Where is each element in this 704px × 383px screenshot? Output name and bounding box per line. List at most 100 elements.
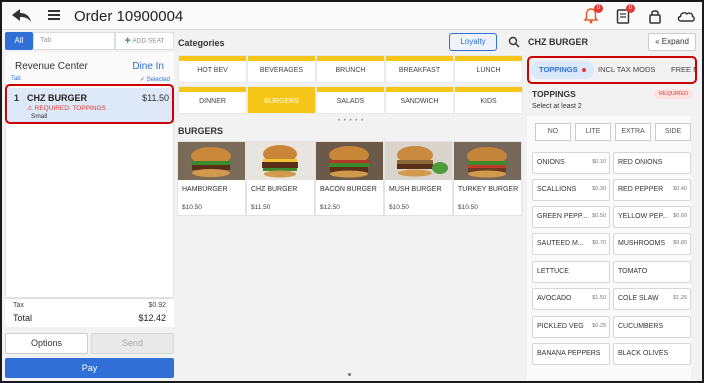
modifier-tabs: TOPPINGS INCL TAX MODS FREE M (528, 58, 696, 82)
category-breakfast[interactable]: BREAKFAST (386, 56, 453, 82)
tax-label: Tax (13, 302, 24, 309)
search-icon[interactable] (508, 36, 520, 48)
seat-tabs: All Tab + ADD SEAT (5, 32, 174, 50)
option-black-olives[interactable]: BLACK OLIVES (613, 343, 691, 365)
product-price: $11.50 (251, 204, 271, 211)
tab-all[interactable]: All (5, 32, 33, 50)
order-totals: Tax $0.92 Total $12.42 (5, 298, 174, 327)
add-seat-button[interactable]: + ADD SEAT (115, 32, 174, 50)
product-image (247, 142, 314, 180)
option-red-pepper[interactable]: RED PEPPER $0.40 (613, 179, 691, 201)
category-burgers[interactable]: BURGERS (248, 87, 315, 113)
product-price: $12.50 (320, 204, 340, 211)
product-mush-burger[interactable]: MUSH BURGER $10.50 (385, 142, 452, 215)
qualifier-lite[interactable]: LITE (575, 123, 611, 141)
tab-free-mods[interactable]: FREE M (671, 61, 696, 79)
tab-name-input[interactable]: Tab (33, 32, 115, 50)
item-name: CHZ BURGER (27, 93, 87, 103)
option-onions[interactable]: ONIONS $0.10 (532, 152, 610, 174)
option-name: BANANA PEPPERS (537, 350, 601, 357)
modifier-panel: CHZ BURGER « Expand TOPPINGS INCL TAX MO… (526, 32, 701, 380)
notes-icon[interactable]: 0 (614, 4, 635, 25)
category-dinner[interactable]: DINNER (179, 87, 246, 113)
tab-incl-tax-mods[interactable]: INCL TAX MODS (598, 61, 655, 79)
option-price: $0.30 (592, 186, 606, 192)
option-green-pepper[interactable]: GREEN PEPP... $0.50 (532, 206, 610, 228)
top-bar: Order 10900004 0 0 (2, 2, 702, 30)
option-red-onions[interactable]: RED ONIONS (613, 152, 691, 174)
options-button[interactable]: Options (5, 333, 88, 354)
option-tomato[interactable]: TOMATO (613, 261, 691, 283)
category-lunch[interactable]: LUNCH (455, 56, 522, 82)
dine-in-link[interactable]: Dine In (132, 61, 164, 72)
option-cole-slaw[interactable]: COLE SLAW $1.25 (613, 288, 691, 310)
qualifier-side[interactable]: SIDE (655, 123, 691, 141)
lock-icon[interactable] (646, 7, 664, 25)
product-name: TURKEY BURGER (458, 186, 519, 193)
option-yellow-pepper[interactable]: YELLOW PEP... $0.60 (613, 206, 691, 228)
back-arrow-icon[interactable] (10, 6, 32, 26)
product-bacon-burger[interactable]: BACON BURGER $12.50 (316, 142, 383, 215)
product-turkey-burger[interactable]: TURKEY BURGER $10.50 (454, 142, 521, 215)
expand-button[interactable]: « Expand (648, 33, 696, 51)
item-price: $11.50 (142, 93, 169, 103)
option-name: PICKLED VEG (537, 323, 584, 330)
qualifier-extra[interactable]: EXTRA (615, 123, 651, 141)
category-salads[interactable]: SALADS (317, 87, 384, 113)
product-name: CHZ BURGER (251, 186, 298, 193)
product-image (385, 142, 452, 180)
option-pickled-veg[interactable]: PICKLED VEG $0.25 (532, 316, 610, 338)
category-hot-bev[interactable]: HOT BEV (179, 56, 246, 82)
item-modifier: Small (31, 113, 48, 120)
option-name: GREEN PEPP... (537, 213, 588, 220)
cloud-icon[interactable] (676, 7, 696, 25)
tab-toppings[interactable]: TOPPINGS (531, 61, 594, 79)
option-price: $0.80 (673, 240, 687, 246)
menu-panel: Categories Loyalty HOT BEV BEVERAGES BRU… (176, 32, 524, 380)
selected-indicator: ✓ Selected (140, 76, 170, 83)
option-scallions[interactable]: SCALLIONS $0.30 (532, 179, 610, 201)
product-chz-burger[interactable]: CHZ BURGER $11.50 (247, 142, 314, 215)
product-price: $10.50 (389, 204, 409, 211)
order-item-row[interactable]: 1 CHZ BURGER $11.50 ⚠ REQUIRED: TOPPINGS… (8, 88, 173, 122)
order-panel: All Tab + ADD SEAT Revenue Center Dine I… (5, 32, 174, 380)
option-lettuce[interactable]: LETTUCE (532, 261, 610, 283)
category-pager-dots[interactable]: • • • • • (338, 118, 364, 124)
category-sandwich[interactable]: SANDWICH (386, 87, 453, 113)
option-banana-peppers[interactable]: BANANA PEPPERS (532, 343, 610, 365)
option-name: SAUTEED M... (537, 240, 584, 247)
option-sauteed-mushrooms[interactable]: SAUTEED M... $0.70 (532, 233, 610, 255)
option-name: ONIONS (537, 159, 565, 166)
notes-badge: 0 (626, 4, 635, 13)
loyalty-button[interactable]: Loyalty (449, 33, 497, 51)
check-icon: ✓ (139, 77, 145, 83)
revenue-center-area: Revenue Center Dine In Tab ✓ Selected (5, 52, 174, 84)
send-button[interactable]: Send (91, 333, 174, 354)
hamburger-menu-icon[interactable] (48, 10, 60, 20)
option-avocado[interactable]: AVOCADO $1.50 (532, 288, 610, 310)
categories-title: Categories (178, 38, 225, 48)
tax-value: $0.92 (148, 302, 166, 309)
category-beverages[interactable]: BEVERAGES (248, 56, 315, 82)
item-quantity: 1 (14, 93, 20, 103)
product-hamburger[interactable]: HAMBURGER $10.50 (178, 142, 245, 215)
option-name: BLACK OLIVES (618, 350, 669, 357)
option-name: SCALLIONS (537, 186, 577, 193)
product-name: BACON BURGER (320, 186, 377, 193)
selected-label: Selected (146, 77, 170, 83)
option-name: MUSHROOMS (618, 240, 666, 247)
option-cucumbers[interactable]: CUCUMBERS (613, 316, 691, 338)
warning-icon: ⚠ (27, 105, 33, 112)
qualifier-no[interactable]: NO (535, 123, 571, 141)
add-seat-label: ADD SEAT (132, 37, 165, 45)
product-image (178, 142, 245, 180)
option-mushrooms[interactable]: MUSHROOMS $0.80 (613, 233, 691, 255)
modifier-options: NO LITE EXTRA SIDE ONIONS $0.10 RED ONION… (527, 116, 691, 380)
option-price: $0.70 (592, 240, 606, 246)
notification-bell-icon[interactable]: 0 (582, 4, 603, 25)
category-brunch[interactable]: BRUNCH (317, 56, 384, 82)
pay-button[interactable]: Pay (5, 358, 174, 378)
category-kids[interactable]: KIDS (455, 87, 522, 113)
option-name: CUCUMBERS (618, 323, 664, 330)
tab-toppings-label: TOPPINGS (539, 65, 578, 74)
